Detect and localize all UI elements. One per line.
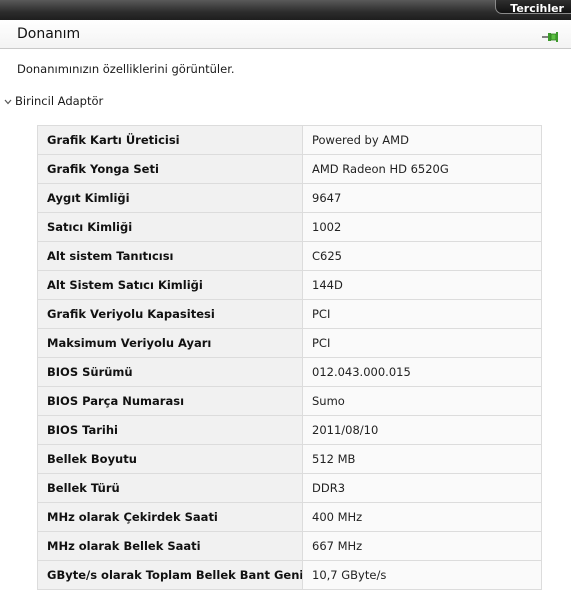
properties-table: Grafik Kartı Üreticisi Powered by AMD Graf… <box>37 125 542 590</box>
table-row: Aygıt Kimliği 9647 <box>37 183 542 213</box>
table-row: Satıcı Kimliği 1002 <box>37 212 542 242</box>
chevron-down-icon <box>4 98 15 108</box>
table-row: Maksimum Veriyolu Ayarı PCI <box>37 328 542 358</box>
table-row: MHz olarak Çekirdek Saati 400 MHz <box>37 502 542 532</box>
property-label: MHz olarak Bellek Saati <box>37 531 303 561</box>
table-row: BIOS Parça Numarası Sumo <box>37 386 542 416</box>
table-row: Bellek Türü DDR3 <box>37 473 542 503</box>
property-value: 400 MHz <box>302 502 542 532</box>
primary-adapter-section-toggle[interactable]: Birincil Adaptör <box>4 94 103 108</box>
property-value: 10,7 GByte/s <box>302 560 542 590</box>
property-value: 2011/08/10 <box>302 415 542 445</box>
property-value: 667 MHz <box>302 531 542 561</box>
property-value: 1002 <box>302 212 542 242</box>
property-label: GByte/s olarak Toplam Bellek Bant Genişl… <box>37 560 303 590</box>
property-value: 012.043.000.015 <box>302 357 542 387</box>
property-label: Satıcı Kimliği <box>37 212 303 242</box>
property-value: C625 <box>302 241 542 271</box>
property-label: Grafik Veriyolu Kapasitesi <box>37 299 303 329</box>
section-label: Birincil Adaptör <box>15 94 104 108</box>
page-title: Donanım <box>17 26 81 42</box>
table-row: MHz olarak Bellek Saati 667 MHz <box>37 531 542 561</box>
page-description: Donanımınızın özelliklerini görüntüler. <box>17 62 235 76</box>
property-label: Aygıt Kimliği <box>37 183 303 213</box>
property-value: DDR3 <box>302 473 542 503</box>
property-label: Alt sistem Tanıtıcısı <box>37 241 303 271</box>
property-label: BIOS Parça Numarası <box>37 386 303 416</box>
property-label: Bellek Boyutu <box>37 444 303 474</box>
property-label: BIOS Tarihi <box>37 415 303 445</box>
property-label: Grafik Yonga Seti <box>37 154 303 184</box>
table-row: Bellek Boyutu 512 MB <box>37 444 542 474</box>
property-value: PCI <box>302 299 542 329</box>
property-label: MHz olarak Çekirdek Saati <box>37 502 303 532</box>
property-value: PCI <box>302 328 542 358</box>
table-row: BIOS Sürümü 012.043.000.015 <box>37 357 542 387</box>
preferences-button[interactable]: Tercihler <box>495 0 571 14</box>
property-label: BIOS Sürümü <box>37 357 303 387</box>
table-row: Grafik Veriyolu Kapasitesi PCI <box>37 299 542 329</box>
pin-icon[interactable] <box>541 28 559 42</box>
page-header: Donanım <box>0 20 571 49</box>
property-value: 9647 <box>302 183 542 213</box>
property-value: 144D <box>302 270 542 300</box>
top-toolbar: Tercihler <box>0 0 571 20</box>
property-value: AMD Radeon HD 6520G <box>302 154 542 184</box>
property-label: Alt Sistem Satıcı Kimliği <box>37 270 303 300</box>
property-value: Sumo <box>302 386 542 416</box>
table-row: BIOS Tarihi 2011/08/10 <box>37 415 542 445</box>
property-label: Bellek Türü <box>37 473 303 503</box>
property-value: Powered by AMD <box>302 125 542 155</box>
table-row: Alt Sistem Satıcı Kimliği 144D <box>37 270 542 300</box>
table-row: Grafik Yonga Seti AMD Radeon HD 6520G <box>37 154 542 184</box>
property-label: Maksimum Veriyolu Ayarı <box>37 328 303 358</box>
table-row: Grafik Kartı Üreticisi Powered by AMD <box>37 125 542 155</box>
property-value: 512 MB <box>302 444 542 474</box>
property-label: Grafik Kartı Üreticisi <box>37 125 303 155</box>
table-row: GByte/s olarak Toplam Bellek Bant Genişl… <box>37 560 542 590</box>
table-row: Alt sistem Tanıtıcısı C625 <box>37 241 542 271</box>
